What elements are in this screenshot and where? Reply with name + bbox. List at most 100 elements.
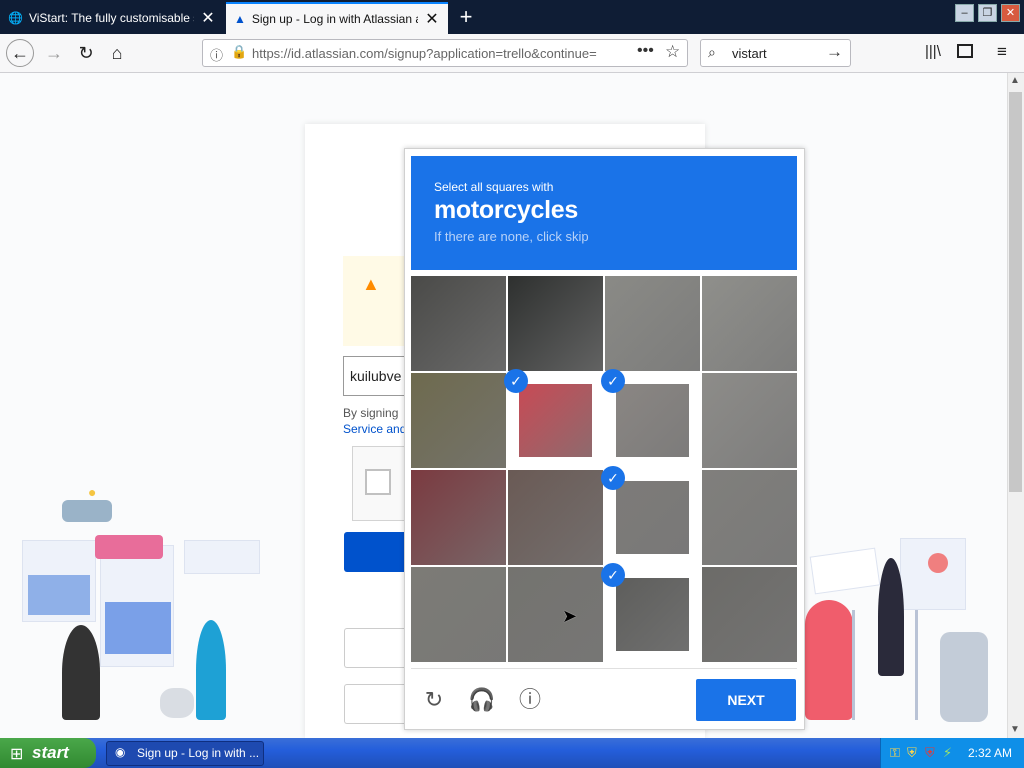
terms-text: By signing [343,406,399,420]
layout-card [105,602,171,654]
illustration-monster [805,600,853,720]
challenge-tile[interactable]: ✓ [601,466,700,565]
illustration-panel [184,540,260,574]
page-actions-icon[interactable]: ••• [637,42,654,60]
camera-drone [62,500,112,522]
illustration-panel [900,538,966,610]
scroll-up-icon[interactable]: ▲ [1010,75,1020,86]
bookmark-star-icon[interactable]: ☆ [665,42,680,62]
oauth-button[interactable] [344,628,408,668]
back-arrow-icon[interactable]: ← [6,39,34,67]
network-icon[interactable]: ⚡ [943,745,952,761]
challenge-tile[interactable] [508,567,603,662]
illustration-person-woman [196,620,226,720]
reload-icon[interactable]: ↻ [72,39,100,67]
challenge-tile[interactable] [411,567,506,662]
shield-icon[interactable]: ⛨ [907,745,917,761]
tab-title: Sign up - Log in with Atlassian acc [251,12,418,26]
challenge-tile[interactable] [411,373,506,468]
challenge-tile[interactable] [702,276,797,371]
tile-image [702,276,797,371]
challenge-skip-hint: If there are none, click skip [434,229,589,244]
tile-image [616,481,689,554]
tile-image [411,276,506,371]
warning-icon: ▲ [362,274,380,294]
illustration-person-man [62,625,100,720]
search-go-arrow-icon[interactable]: → [826,42,843,62]
recaptcha-checkbox[interactable] [365,469,391,495]
audio-challenge-icon[interactable]: 🎧 [468,686,496,714]
oauth-button[interactable] [344,684,408,724]
challenge-tile[interactable] [411,470,506,565]
tile-image [702,567,797,662]
close-tab-icon[interactable]: ✕ [424,9,440,29]
illustration-ladder [852,610,918,720]
tab-atlassian-signup[interactable]: ▲ Sign up - Log in with Atlassian acc ✕ [226,2,448,34]
challenge-tile[interactable] [508,470,603,565]
search-icon: ⌕ [708,44,716,60]
challenge-tile[interactable]: ✓ [504,369,603,468]
challenge-tile[interactable]: ✓ [601,563,700,662]
slider-card [95,535,163,559]
forward-arrow-icon[interactable]: → [40,39,68,67]
selected-check-icon: ✓ [601,466,625,490]
new-tab-icon[interactable]: + [454,4,478,30]
tile-image [702,373,797,468]
sidebar-toggle-icon[interactable] [957,44,973,58]
close-tab-icon[interactable]: ✕ [200,8,216,28]
tab-title: ViStart: The fully customisable start [28,11,194,25]
challenge-tile[interactable] [702,470,797,565]
challenge-image-grid: ✓ ✓ ✓ ✓ [411,276,797,662]
menu-icon[interactable]: ≡ [997,42,1007,62]
tray-icon[interactable]: ⚿ [890,745,900,761]
selected-check-icon: ✓ [601,563,625,587]
help-info-icon[interactable]: ⓘ [516,686,544,714]
selected-check-icon: ✓ [601,369,625,393]
minimize-button[interactable]: – [955,4,974,22]
tab-vistart[interactable]: 🌐 ViStart: The fully customisable start … [0,2,224,34]
library-icon[interactable]: |||\ [925,43,941,60]
atlassian-logo-icon: ▲ [234,12,246,26]
illustration-dog [160,688,194,718]
tile-image [605,276,700,371]
challenge-instruction: Select all squares with [434,180,554,194]
tile-image [411,567,506,662]
terms-link[interactable]: Service and [343,422,405,436]
url-text[interactable]: https://id.atlassian.com/signup?applicat… [252,46,602,61]
tile-image [616,384,689,457]
challenge-tile[interactable]: ✓ [601,369,700,468]
clock: 2:32 AM [968,746,1013,760]
tile-image [519,384,592,457]
browser-icon: ◉ [115,745,126,759]
close-window-button[interactable]: ✕ [1001,4,1020,22]
lightbulb-icon: ● [88,484,97,500]
challenge-object: motorcycles [434,196,578,224]
divider [411,668,797,669]
taskbar-item-browser[interactable]: Sign up - Log in with ... [106,741,264,766]
challenge-tile[interactable] [411,276,506,371]
home-icon[interactable]: ⌂ [103,39,131,67]
pie-chart-card [928,553,948,573]
scrollbar-thumb[interactable] [1009,92,1022,492]
security-shield-icon[interactable]: ⛨ [925,745,935,761]
challenge-tile[interactable] [702,567,797,662]
scroll-down-icon[interactable]: ▼ [1010,724,1020,735]
search-input[interactable]: vistart [732,46,767,61]
tile-image [508,276,603,371]
tile-image [702,470,797,565]
signup-button[interactable] [344,532,408,572]
challenge-tile[interactable] [702,373,797,468]
info-icon[interactable]: ⓘ [210,45,223,64]
chart-card [28,575,90,615]
challenge-tile[interactable] [605,276,700,371]
reload-challenge-icon[interactable]: ↻ [420,686,448,714]
selected-check-icon: ✓ [504,369,528,393]
lock-icon: 🔒 [231,44,248,59]
mouse-cursor-icon: ➤ [562,606,578,626]
tile-image [411,470,506,565]
tile-image [508,567,603,662]
next-button[interactable]: NEXT [696,679,796,721]
challenge-tile[interactable] [508,276,603,371]
windows-flag-icon: ⊞ [10,746,24,763]
restore-button[interactable]: ❐ [978,4,997,22]
